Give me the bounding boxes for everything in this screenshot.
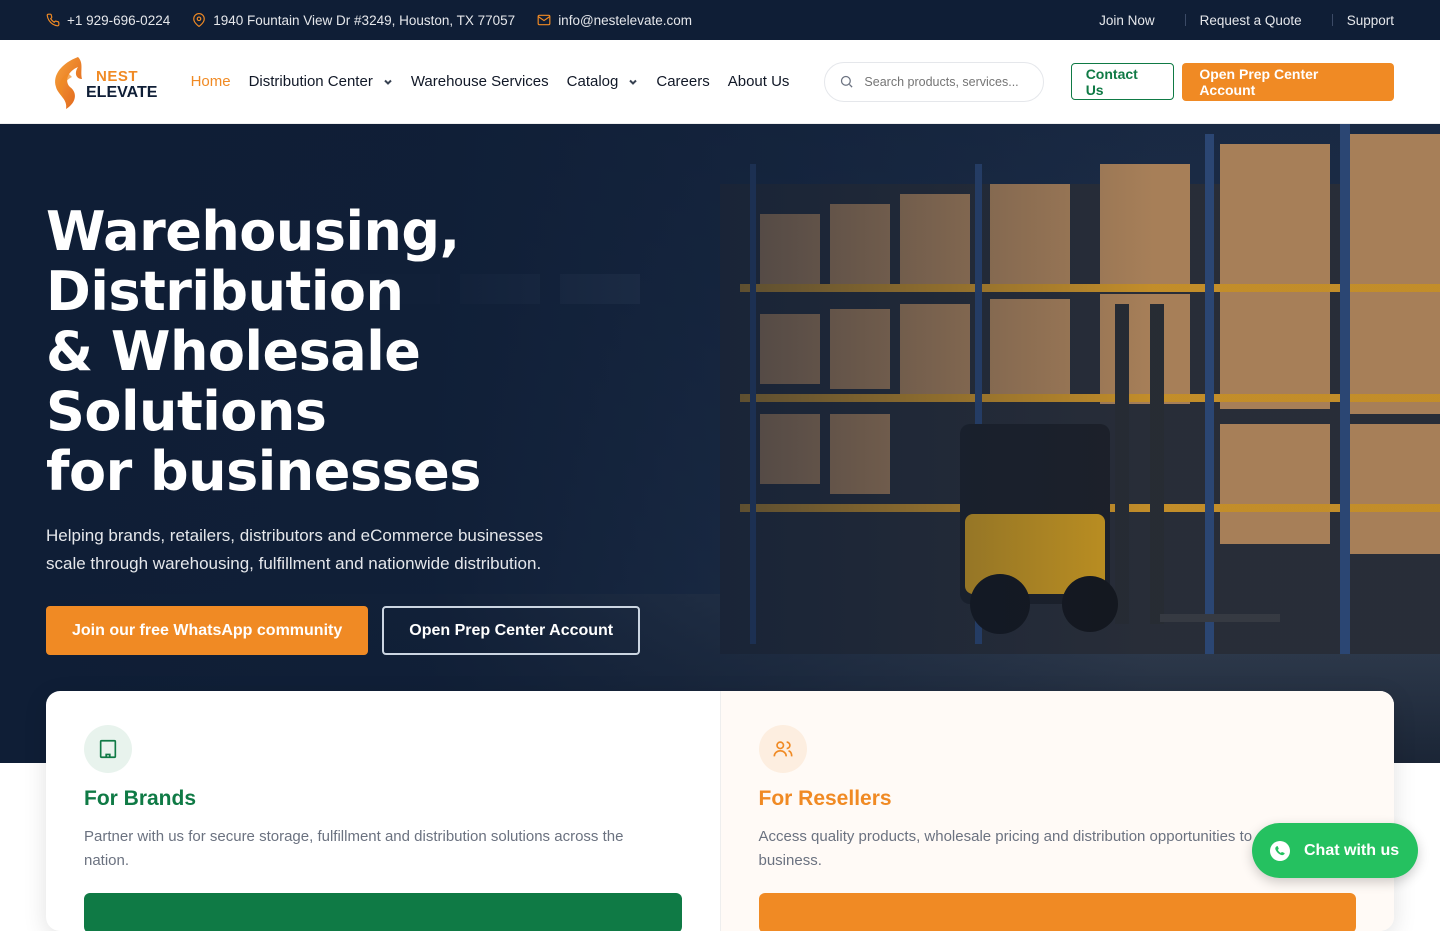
brands-title: For Brands xyxy=(84,787,197,810)
audience-cards: For Brands Partner with us for secure st… xyxy=(46,691,1394,931)
hero-title-line: Warehousing, xyxy=(46,200,460,263)
hero-title-line: for businesses xyxy=(46,440,481,503)
chevron-down-icon xyxy=(629,79,638,85)
hero-title: Warehousing, Distribution & Wholesale So… xyxy=(46,202,666,502)
chevron-down-icon xyxy=(384,79,392,85)
request-quote-link[interactable]: Request a Quote xyxy=(1200,13,1302,28)
brands-card: For Brands Partner with us for secure st… xyxy=(46,691,720,931)
mail-icon xyxy=(537,14,551,26)
nav-warehouse-label: Warehouse Services xyxy=(410,73,549,90)
brands-cta-button[interactable] xyxy=(84,893,682,931)
resellers-title: For Resellers xyxy=(758,787,892,810)
logo-line2: ELEVATE xyxy=(86,83,158,101)
contact-us-button[interactable]: Contact Us xyxy=(1070,63,1175,100)
join-now-link[interactable]: Join Now xyxy=(1099,13,1155,28)
logo-wordmark: NEST ELEVATE xyxy=(86,67,158,101)
hero-title-line: & Wholesale Solutions xyxy=(46,320,421,443)
phone-icon xyxy=(46,13,60,27)
search-input[interactable] xyxy=(864,74,1025,89)
logo-line1: NEST xyxy=(96,67,139,85)
nav-home[interactable]: Home xyxy=(191,73,231,90)
nav-catalog-label: Catalog xyxy=(566,73,619,90)
nav-about-us[interactable]: About Us xyxy=(728,73,790,90)
hero-subtitle: Helping brands, retailers, distributors … xyxy=(46,526,544,573)
nav-careers[interactable]: Careers xyxy=(656,73,709,90)
resellers-icon-badge xyxy=(758,725,807,773)
hero-title-line: Distribution xyxy=(46,260,404,323)
email-text: info@nestelevate.com xyxy=(558,12,692,28)
hero-buttons: Join our free WhatsApp community Open Pr… xyxy=(46,606,666,655)
resellers-cta-button[interactable] xyxy=(758,893,1356,931)
whatsapp-icon xyxy=(1270,840,1290,861)
primary-nav: Home Distribution Center Warehouse Servi… xyxy=(191,73,808,90)
phone-contact[interactable]: +1 929-696-0224 xyxy=(46,13,170,28)
hero-open-prep-account-button[interactable]: Open Prep Center Account xyxy=(382,606,641,655)
hero-content: Warehousing, Distribution & Wholesale So… xyxy=(46,202,666,655)
nav-warehouse-services[interactable]: Warehouse Services xyxy=(411,73,549,90)
main-header: NEST ELEVATE Home Distribution Center Wa… xyxy=(0,40,1440,124)
address-contact[interactable]: 1940 Fountain View Dr #3249, Houston, TX… xyxy=(192,13,515,28)
divider xyxy=(1184,14,1186,26)
address-text: 1940 Fountain View Dr #3249, Houston, TX… xyxy=(213,12,516,28)
hero-section: Warehousing, Distribution & Wholesale So… xyxy=(0,124,1440,763)
whatsapp-chat-button[interactable]: Chat with us xyxy=(1252,823,1418,878)
chat-label: Chat with us xyxy=(1304,841,1400,859)
top-bar: +1 929-696-0224 1940 Fountain View Dr #3… xyxy=(0,0,1440,40)
email-contact[interactable]: info@nestelevate.com xyxy=(537,13,692,28)
nav-home-label: Home xyxy=(190,73,231,90)
nav-careers-label: Careers xyxy=(656,73,710,90)
search-box[interactable] xyxy=(824,61,1044,102)
phone-text: +1 929-696-0224 xyxy=(67,12,171,28)
nav-distribution-label: Distribution Center xyxy=(248,73,373,90)
location-pin-icon xyxy=(193,13,206,27)
users-icon xyxy=(772,741,793,757)
site-logo[interactable]: NEST ELEVATE xyxy=(46,51,158,113)
building-icon xyxy=(99,739,117,759)
nav-distribution-center[interactable]: Distribution Center xyxy=(249,73,393,90)
join-whatsapp-button[interactable]: Join our free WhatsApp community xyxy=(46,606,369,655)
resellers-card: For Resellers Access quality products, w… xyxy=(719,691,1394,931)
support-link[interactable]: Support xyxy=(1347,13,1394,28)
divider xyxy=(1331,14,1333,26)
search-icon xyxy=(841,75,853,88)
open-prep-account-button[interactable]: Open Prep Center Account xyxy=(1182,62,1395,101)
nav-about-label: About Us xyxy=(727,73,790,90)
brands-icon-badge xyxy=(84,725,132,773)
nav-catalog[interactable]: Catalog xyxy=(567,73,639,90)
brands-description: Partner with us for secure storage, fulf… xyxy=(84,828,624,869)
